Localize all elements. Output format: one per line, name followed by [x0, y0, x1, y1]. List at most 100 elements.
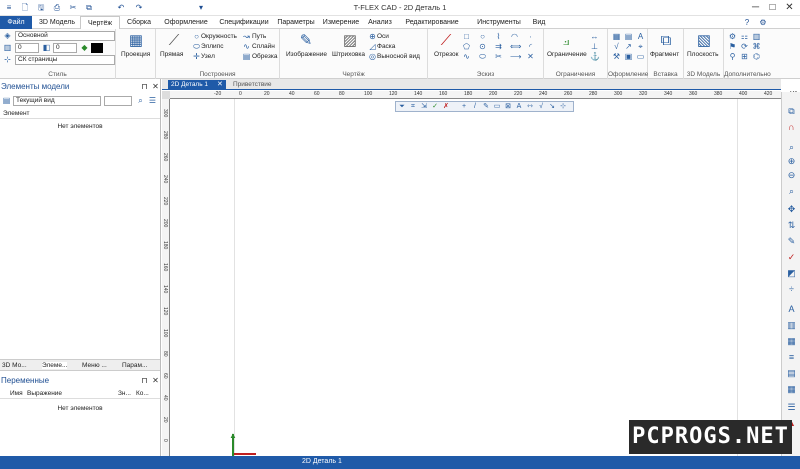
tab-parameters[interactable]: Параметры	[276, 16, 316, 29]
ok-icon[interactable]: ✓	[431, 103, 439, 111]
minimize-button[interactable]: ─	[747, 1, 764, 15]
hatch-icon[interactable]: ▨	[340, 32, 360, 50]
grid-icon[interactable]: ▤	[624, 33, 633, 41]
segment-icon[interactable]: ⟋	[436, 32, 456, 50]
trim-button[interactable]: Обрезка	[252, 53, 277, 60]
drawing-area[interactable]: 2D Деталь 1 ✕ Приветствие -20 0 20 40 60 80 10…	[162, 79, 797, 456]
offset-icon[interactable]: ⇉	[494, 43, 503, 51]
ellipse-button[interactable]: Эллипс	[201, 43, 223, 50]
cs-combo[interactable]: СК страницы	[15, 55, 115, 65]
doc-tab-welcome[interactable]: Приветствие	[230, 80, 275, 90]
node-button[interactable]: Узел	[201, 53, 215, 60]
check-icon[interactable]: ✓	[786, 252, 797, 263]
line-tool-icon[interactable]: /	[471, 103, 479, 111]
leader-icon[interactable]: ↗	[624, 43, 633, 51]
dimension-tool-icon[interactable]: ⇿	[526, 103, 534, 111]
tab-elements-panel[interactable]: Элеме...	[42, 362, 68, 369]
list-icon[interactable]: ☰	[786, 402, 797, 413]
line-icon[interactable]: ⟋	[164, 32, 184, 50]
pan-icon[interactable]: ✥	[786, 204, 797, 215]
width-combo-2[interactable]: 0	[53, 43, 77, 53]
search-icon[interactable]: ⌕	[136, 97, 145, 105]
axes-button[interactable]: Оси	[377, 33, 389, 40]
tab-measurement[interactable]: Измерение	[320, 16, 362, 29]
extra-6-icon[interactable]: ⌘	[752, 43, 761, 51]
view-combo[interactable]: Текущий вид	[13, 96, 101, 106]
layers-icon[interactable]: ≡	[786, 352, 797, 363]
color-swatch[interactable]	[91, 43, 103, 53]
divide-icon[interactable]: ÷	[786, 284, 797, 295]
fix-icon[interactable]: ⚓	[590, 53, 600, 61]
select-icon[interactable]: ⇲	[420, 103, 428, 111]
circle2-icon[interactable]: ○	[478, 33, 487, 41]
extend-icon[interactable]: ⟶	[510, 53, 521, 61]
maximize-button[interactable]: □	[764, 1, 781, 15]
close-button[interactable]: ✕	[781, 1, 798, 15]
tab-tools[interactable]: Инструменты	[474, 16, 524, 29]
constraint-icon[interactable]: ⟓	[556, 32, 576, 50]
cancel-icon[interactable]: ✗	[442, 103, 450, 111]
frame-icon[interactable]: ▭	[493, 103, 501, 111]
more-tool-icon[interactable]: ⊹	[559, 103, 567, 111]
extra-1-icon[interactable]: ⚙	[728, 33, 737, 41]
settings-icon[interactable]: ⚙	[758, 18, 768, 27]
extra-9-icon[interactable]: ⌬	[752, 53, 761, 61]
extra-8-icon[interactable]: ⊞	[740, 53, 749, 61]
tab-view[interactable]: Вид	[528, 16, 550, 29]
zoom-fit-icon[interactable]: ⌕	[786, 186, 797, 197]
pin-icon[interactable]: ⊓	[140, 83, 149, 91]
panel-close-icon[interactable]: ✕	[151, 83, 160, 91]
extra-4-icon[interactable]: ⚑	[728, 43, 737, 51]
dimension-icon[interactable]: ↔	[590, 33, 599, 41]
tab-drawing[interactable]: Чертёж	[80, 16, 120, 30]
doc-tab-close-icon[interactable]: ✕	[217, 80, 223, 88]
grid-toggle-icon[interactable]: ▦	[786, 336, 797, 347]
text-tool-icon[interactable]: A	[515, 103, 523, 111]
projection-button[interactable]: Проекция	[121, 51, 150, 58]
polyline-icon[interactable]: ⌇	[494, 33, 503, 41]
ellipse2-icon[interactable]: ⬭	[478, 53, 487, 61]
view-cube-icon[interactable]: ◩	[786, 268, 797, 279]
tab-decoration[interactable]: Оформление	[161, 16, 211, 29]
projection-icon[interactable]: ▦	[126, 32, 146, 50]
table-icon[interactable]: ▦	[612, 33, 621, 41]
fragment-button[interactable]: Фрагмент	[650, 51, 679, 58]
help-icon[interactable]: ?	[742, 18, 752, 27]
constraint-button[interactable]: Ограничение	[547, 51, 587, 58]
mark-icon[interactable]: ▣	[624, 53, 633, 61]
tab-file[interactable]: Файл	[0, 16, 32, 29]
point-icon[interactable]: ∙	[526, 33, 535, 41]
chamfer-button[interactable]: Фаска	[377, 43, 395, 50]
arc-icon[interactable]: ◠	[510, 33, 519, 41]
segment-button[interactable]: Отрезок	[434, 51, 459, 58]
plane-button[interactable]: Плоскость	[687, 51, 719, 58]
detail-view-button[interactable]: Выносной вид	[377, 53, 420, 60]
plane-icon[interactable]: ▧	[694, 32, 714, 50]
move-icon[interactable]: ⊠	[504, 103, 512, 111]
path-button[interactable]: Путь	[252, 33, 266, 40]
rect-icon[interactable]: □	[462, 33, 471, 41]
panel-close2-icon[interactable]: ✕	[151, 377, 160, 385]
layer-combo[interactable]: Основной	[15, 31, 115, 41]
draw-order-icon[interactable]: ⇅	[786, 220, 797, 231]
color-picker-icon[interactable]: ◆	[80, 44, 89, 52]
image-icon[interactable]: ✎	[296, 32, 316, 50]
extra-5-icon[interactable]: ⟳	[740, 43, 749, 51]
roughness-icon[interactable]: √	[612, 43, 621, 51]
pin2-icon[interactable]: ⊓	[140, 377, 149, 385]
magnet-icon[interactable]: ∩	[786, 122, 797, 133]
align-icon[interactable]: ⊥	[590, 43, 599, 51]
break-icon[interactable]: ✕	[526, 53, 535, 61]
circle-button[interactable]: Окружность	[201, 33, 237, 40]
extra-2-icon[interactable]: ⚏	[740, 33, 749, 41]
tab-params-panel[interactable]: Парам...	[122, 362, 147, 369]
fragment-icon[interactable]: ⧉	[656, 32, 676, 50]
pen-icon[interactable]: ✎	[482, 103, 490, 111]
tab-specifications[interactable]: Спецификации	[216, 16, 272, 29]
center-icon[interactable]: ⊙	[478, 43, 487, 51]
list-options-icon[interactable]: ☰	[148, 97, 157, 105]
measure-icon[interactable]: ▥	[786, 320, 797, 331]
plus-icon[interactable]: +	[460, 103, 468, 111]
tab-menu-panel[interactable]: Меню ...	[82, 362, 107, 369]
properties-icon[interactable]: ▤	[786, 368, 797, 379]
